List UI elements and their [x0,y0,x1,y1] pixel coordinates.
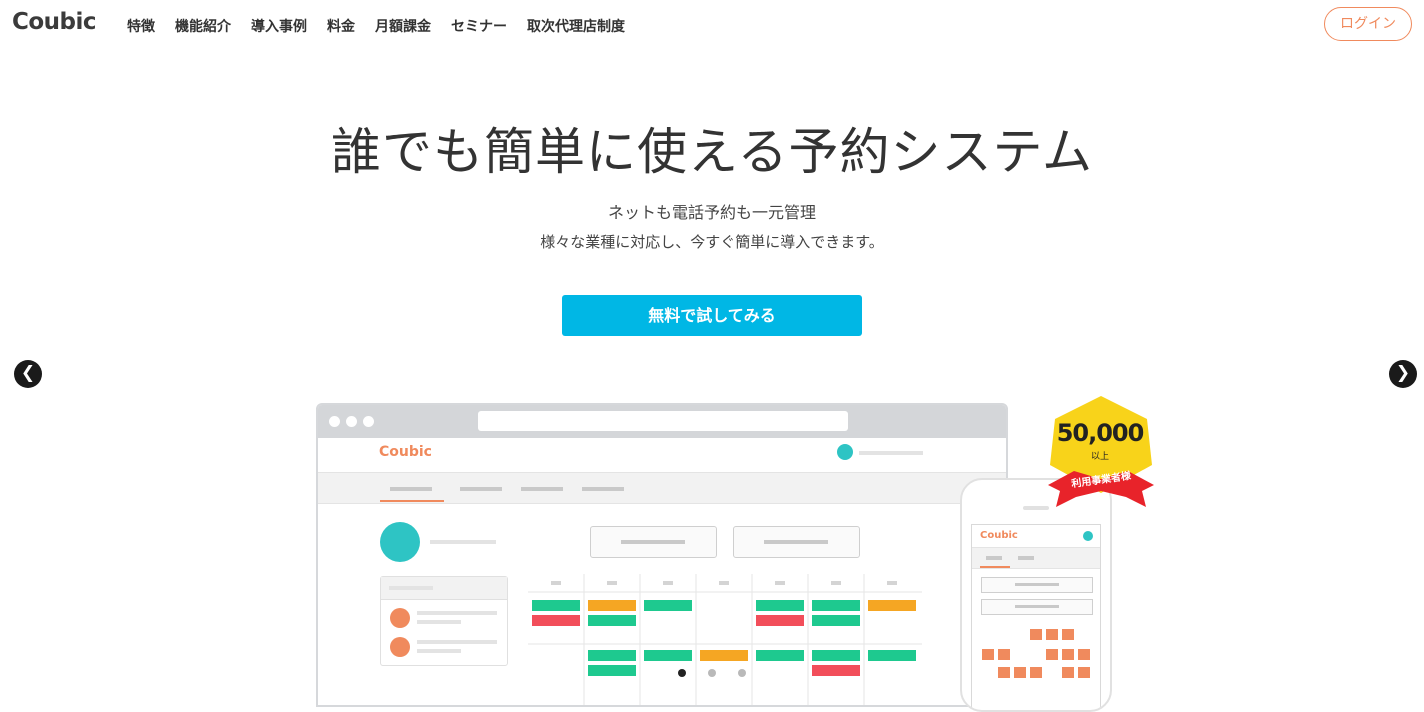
login-button[interactable]: ログイン [1324,7,1412,41]
free-trial-button[interactable]: 無料で試してみる [562,295,862,336]
carousel-next-button[interactable]: ❯ [1389,360,1417,388]
placeholder-line [521,487,563,491]
nav-item-seminar[interactable]: セミナー [451,16,507,36]
rabbit-avatar-icon [837,444,853,460]
placeholder-line [390,487,432,491]
placeholder-line [430,540,496,544]
nav-item-case-studies[interactable]: 導入事例 [251,16,307,36]
nav-item-monthly-billing[interactable]: 月額課金 [375,16,431,36]
browser-titlebar [318,405,1006,438]
window-dot-icon [346,416,357,427]
phone-app-logo: Coubic [980,530,1018,541]
carousel-prev-button[interactable]: ❮ [14,360,42,388]
app-logo: Coubic [379,444,432,460]
badge-number: 50,000 [1056,419,1145,447]
window-dot-icon [329,416,340,427]
mock-select-box [733,526,860,558]
rabbit-avatar-icon [1083,531,1093,541]
phone-screen: Coubic [971,524,1101,710]
browser-mockup-image: Coubic [316,403,1008,707]
mock-select-box [981,577,1093,593]
window-dot-icon [363,416,374,427]
slide-dot-3[interactable] [738,669,746,677]
main-nav: 特徴 機能紹介 導入事例 料金 月額課金 セミナー 取次代理店制度 [127,16,625,36]
bear-avatar-icon [390,608,410,628]
placeholder-line [859,451,923,455]
badge-suffix: 以上 [1090,452,1109,462]
slide-dot-1[interactable] [678,669,686,677]
app-header: Coubic [318,438,1006,473]
app-tab-bar [318,473,1006,504]
chevron-right-icon: ❯ [1395,363,1411,383]
carousel-pagination [678,669,746,677]
slide-dot-2[interactable] [708,669,716,677]
app-body [318,504,1006,705]
mock-select-box [590,526,717,558]
mock-select-box [981,599,1093,615]
users-count-badge: 50,000 以上 利用事業者様 [1046,393,1156,517]
mock-calendar [528,574,922,705]
site-logo[interactable]: Coubic [12,9,97,35]
browser-url-bar [478,411,848,431]
active-tab-indicator [380,500,444,502]
placeholder-line [582,487,624,491]
nav-item-agency-program[interactable]: 取次代理店制度 [527,16,625,36]
rabbit-avatar-icon [380,522,420,562]
bear-avatar-icon [390,637,410,657]
hero-subtitle-line2: 様々な業種に対応し、今すぐ簡単に導入できます。 [540,233,884,251]
calendar-grid [528,574,922,705]
nav-item-features[interactable]: 特徴 [127,16,155,36]
mock-side-card [380,576,508,666]
hero-subtitle-line1: ネットも電話予約も一元管理 [607,203,816,222]
placeholder-line [460,487,502,491]
nav-item-functions[interactable]: 機能紹介 [175,16,231,36]
chevron-left-icon: ❮ [20,363,36,383]
hero-title: 誰でも簡単に使える予約システム [331,123,1093,181]
nav-item-pricing[interactable]: 料金 [327,16,355,36]
site-header: Coubic 特徴 機能紹介 導入事例 料金 月額課金 セミナー 取次代理店制度… [0,0,1424,50]
